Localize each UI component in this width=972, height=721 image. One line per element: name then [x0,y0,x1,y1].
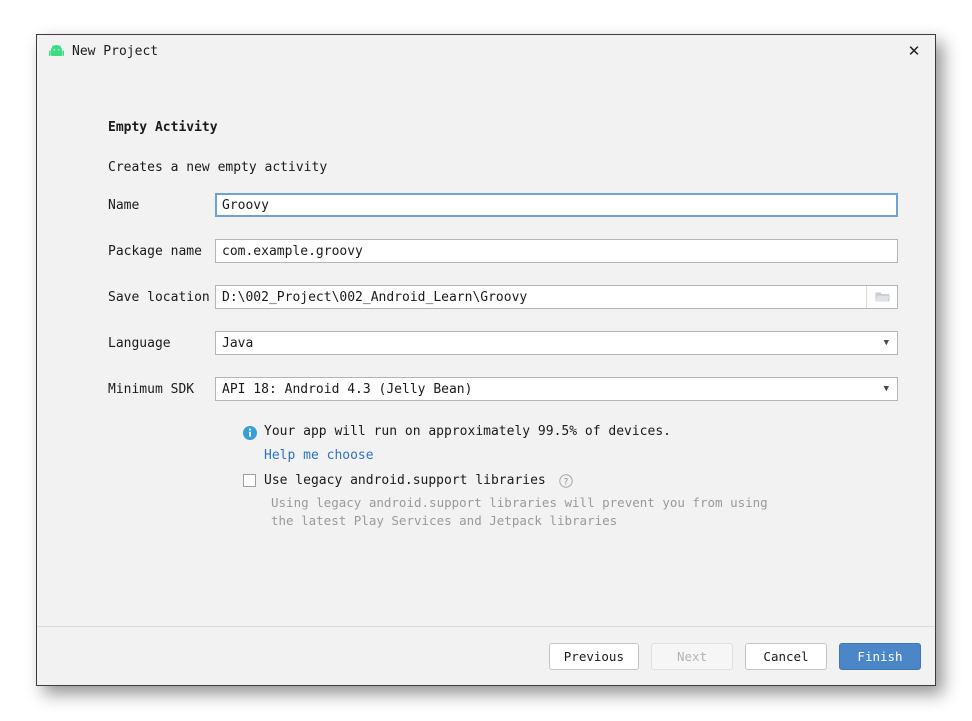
form-row-save-location: Save location [108,285,898,309]
legacy-checkbox-row: Use legacy android.support libraries ? [243,473,883,488]
language-field-wrap: Java ▼ [215,331,898,355]
new-project-dialog: New Project ✕ Empty Activity Creates a n… [36,34,936,686]
legacy-description: Using legacy android.support libraries w… [271,494,883,530]
save-location-field-wrap [215,285,898,309]
package-name-input[interactable] [215,239,898,263]
minimum-sdk-select[interactable]: API 18: Android 4.3 (Jelly Bean) ▼ [215,377,898,401]
language-label: Language [108,335,171,351]
name-input[interactable] [215,193,898,217]
use-legacy-libraries-checkbox[interactable] [243,474,256,487]
finish-button[interactable]: Finish [839,642,921,670]
device-coverage-info: Your app will run on approximately 99.5%… [243,423,883,463]
previous-button[interactable]: Previous [548,642,639,670]
language-selected-value: Java [222,335,254,351]
name-field-wrap [215,193,898,217]
info-line: Your app will run on approximately 99.5%… [243,423,883,444]
form-row-language: Language Java ▼ [108,331,898,355]
help-me-choose-link[interactable]: Help me choose [264,448,374,463]
folder-icon[interactable] [866,286,897,308]
dialog-title: New Project [72,43,159,59]
info-icon [243,425,257,444]
save-location-input[interactable] [215,285,898,309]
project-form: Name Package name Save location [108,193,898,423]
dialog-footer: Previous Next Cancel Finish [37,626,935,685]
save-location-label: Save location [108,289,210,305]
titlebar-left-group: New Project [49,44,158,59]
chevron-down-icon: ▼ [883,338,889,348]
close-icon[interactable]: ✕ [901,39,927,63]
cancel-button[interactable]: Cancel [745,642,827,670]
package-name-label: Package name [108,243,202,259]
legacy-description-line-2: the latest Play Services and Jetpack lib… [271,513,618,528]
form-row-package-name: Package name [108,239,898,263]
legacy-description-line-1: Using legacy android.support libraries w… [271,495,768,510]
page-root: New Project ✕ Empty Activity Creates a n… [0,0,972,721]
language-select[interactable]: Java ▼ [215,331,898,355]
package-name-field-wrap [215,239,898,263]
template-subheading: Creates a new empty activity [108,160,328,175]
legacy-libraries-block: Use legacy android.support libraries ? U… [243,473,883,530]
minimum-sdk-selected-value: API 18: Android 4.3 (Jelly Bean) [222,381,473,397]
form-row-minimum-sdk: Minimum SDK API 18: Android 4.3 (Jelly B… [108,377,898,401]
question-mark-icon[interactable]: ? [559,473,573,488]
minimum-sdk-label: Minimum SDK [108,381,195,397]
svg-text:?: ? [564,477,569,487]
template-heading: Empty Activity [108,120,218,135]
use-legacy-libraries-label[interactable]: Use legacy android.support libraries [264,473,546,488]
chevron-down-icon: ▼ [883,384,889,394]
dialog-body: Empty Activity Creates a new empty activ… [37,67,935,626]
device-coverage-text: Your app will run on approximately 99.5%… [264,424,671,439]
form-row-name: Name [108,193,898,217]
minimum-sdk-field-wrap: API 18: Android 4.3 (Jelly Bean) ▼ [215,377,898,401]
name-label: Name [108,197,140,213]
next-button: Next [651,642,733,670]
dialog-titlebar: New Project ✕ [37,35,935,67]
android-robot-icon [49,44,64,58]
